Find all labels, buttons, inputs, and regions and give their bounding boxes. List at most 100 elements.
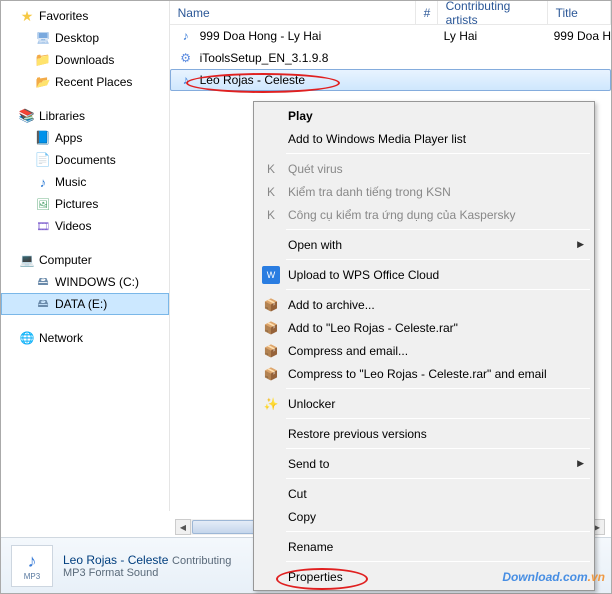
menu-label: Quét virus	[288, 162, 343, 176]
libraries-label: Libraries	[39, 109, 85, 123]
menu-ksn[interactable]: KKiểm tra danh tiếng trong KSN	[256, 180, 592, 203]
file-artist: Ly Hai	[444, 29, 554, 43]
sidebar-item-music[interactable]: ♪ Music	[1, 171, 169, 193]
menu-compress-email[interactable]: 📦 Compress and email...	[256, 339, 592, 362]
winrar-icon: 📦	[262, 365, 280, 383]
audio-file-icon: ♪	[178, 28, 194, 44]
sidebar-item-desktop[interactable]: 🖥 Desktop	[1, 27, 169, 49]
menu-separator	[286, 561, 590, 562]
drive-icon: 🖴	[35, 296, 51, 312]
file-ext-label: MP3	[24, 572, 40, 581]
kaspersky-icon: K	[262, 160, 280, 178]
sidebar-item-label: Music	[55, 175, 86, 189]
libraries-header[interactable]: 📚 Libraries	[1, 105, 169, 127]
network-icon: 🌐	[19, 330, 35, 346]
computer-icon: 💻	[19, 252, 35, 268]
winrar-icon: 📦	[262, 342, 280, 360]
watermark-text: .vn	[588, 570, 605, 584]
wand-icon: ✨	[262, 395, 280, 413]
scroll-left-button[interactable]: ◀	[175, 519, 191, 535]
computer-header[interactable]: 💻 Computer	[1, 249, 169, 271]
favorites-header[interactable]: ★ Favorites	[1, 5, 169, 27]
menu-separator	[286, 418, 590, 419]
menu-copy[interactable]: Copy	[256, 505, 592, 528]
music-icon: ♪	[35, 174, 51, 190]
menu-restore-versions[interactable]: Restore previous versions	[256, 422, 592, 445]
menu-send-to[interactable]: Send to▶	[256, 452, 592, 475]
menu-wps-upload[interactable]: W Upload to WPS Office Cloud	[256, 263, 592, 286]
watermark-text: Download	[502, 570, 559, 584]
sidebar-item-label: Downloads	[55, 53, 114, 67]
menu-kav-tool[interactable]: K Công cụ kiểm tra ứng dụng của Kaspersky	[256, 203, 592, 226]
menu-label: Công cụ kiểm tra ứng dụng của Kaspersky	[288, 208, 515, 222]
file-row-selected[interactable]: ♪ Leo Rojas - Celeste	[170, 69, 611, 91]
sidebar-item-label: Apps	[55, 131, 82, 145]
column-headers: Name # Contributing artists Title	[170, 1, 611, 25]
menu-unlocker[interactable]: ✨ Unlocker	[256, 392, 592, 415]
menu-label: Unlocker	[288, 397, 335, 411]
sidebar-item-downloads[interactable]: 📁 Downloads	[1, 49, 169, 71]
menu-archive-named[interactable]: 📦 Add to "Leo Rojas - Celeste.rar"	[256, 316, 592, 339]
column-name[interactable]: Name	[170, 1, 416, 24]
menu-label: Compress to "Leo Rojas - Celeste.rar" an…	[288, 367, 547, 381]
menu-label: Open with	[288, 238, 342, 252]
menu-label: Add to archive...	[288, 298, 375, 312]
winrar-icon: 📦	[262, 319, 280, 337]
sidebar-item-apps[interactable]: 📘 Apps	[1, 127, 169, 149]
menu-label: Play	[288, 109, 313, 123]
context-menu: Play Add to Windows Media Player list KQ…	[253, 101, 595, 591]
sidebar-item-recent[interactable]: 📂 Recent Places	[1, 71, 169, 93]
menu-rename[interactable]: Rename	[256, 535, 592, 558]
menu-separator	[286, 388, 590, 389]
menu-label: Cut	[288, 487, 307, 501]
wps-icon: W	[262, 266, 280, 284]
menu-open-with[interactable]: Open with ▶	[256, 233, 592, 256]
favorites-label: Favorites	[39, 9, 88, 23]
menu-separator	[286, 531, 590, 532]
menu-label: Kiểm tra danh tiếng trong KSN	[288, 185, 451, 199]
menu-label: Compress and email...	[288, 344, 408, 358]
menu-label: Copy	[288, 510, 316, 524]
menu-label: Add to "Leo Rojas - Celeste.rar"	[288, 321, 458, 335]
audio-file-icon: ♪	[178, 72, 194, 88]
pictures-icon: 🖼	[35, 196, 51, 212]
sidebar-drive-c[interactable]: 🖴 WINDOWS (C:)	[1, 271, 169, 293]
menu-label: Restore previous versions	[288, 427, 427, 441]
menu-label: Upload to WPS Office Cloud	[288, 268, 439, 282]
column-artist[interactable]: Contributing artists	[438, 1, 548, 24]
sidebar-item-label: Videos	[55, 219, 91, 233]
network-header[interactable]: 🌐 Network	[1, 327, 169, 349]
sidebar-item-label: DATA (E:)	[55, 297, 107, 311]
recent-icon: 📂	[35, 74, 51, 90]
menu-cut[interactable]: Cut	[256, 482, 592, 505]
file-row[interactable]: ⚙ iToolsSetup_EN_3.1.9.8	[170, 47, 611, 69]
file-type-icon: ♪ MP3	[11, 545, 53, 587]
file-row[interactable]: ♪ 999 Doa Hong - Ly Hai Ly Hai 999 Doa H	[170, 25, 611, 47]
menu-scan-virus[interactable]: K Quét virus	[256, 157, 592, 180]
details-meta-label: Contributing	[172, 555, 231, 567]
column-title[interactable]: Title	[548, 1, 611, 24]
file-title: 999 Doa H	[554, 29, 611, 43]
folder-icon: 📁	[35, 52, 51, 68]
sidebar-item-videos[interactable]: 🎞 Videos	[1, 215, 169, 237]
submenu-arrow-icon: ▶	[577, 239, 584, 250]
sidebar-item-documents[interactable]: 📄 Documents	[1, 149, 169, 171]
winrar-icon: 📦	[262, 296, 280, 314]
menu-play[interactable]: Play	[256, 104, 592, 127]
menu-add-wmp[interactable]: Add to Windows Media Player list	[256, 127, 592, 150]
watermark: Download.com.vn	[502, 564, 605, 587]
menu-separator	[286, 229, 590, 230]
sidebar-item-label: Pictures	[55, 197, 98, 211]
menu-separator	[286, 153, 590, 154]
kaspersky-icon: K	[262, 206, 280, 224]
menu-archive-add[interactable]: 📦 Add to archive...	[256, 293, 592, 316]
menu-separator	[286, 448, 590, 449]
menu-label: Rename	[288, 540, 333, 554]
sidebar-item-label: WINDOWS (C:)	[55, 275, 139, 289]
sidebar-item-label: Recent Places	[55, 75, 132, 89]
menu-compress-named-email[interactable]: 📦 Compress to "Leo Rojas - Celeste.rar" a…	[256, 362, 592, 385]
library-icon: 📄	[35, 152, 51, 168]
sidebar-item-pictures[interactable]: 🖼 Pictures	[1, 193, 169, 215]
column-number[interactable]: #	[416, 1, 438, 24]
sidebar-drive-e[interactable]: 🖴 DATA (E:)	[1, 293, 169, 315]
